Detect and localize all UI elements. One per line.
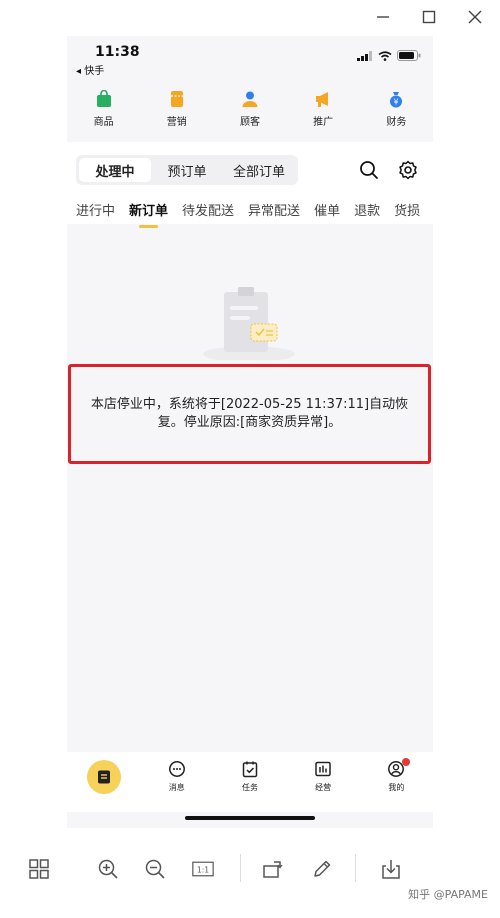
bottom-tab-business[interactable]: 经营 [295,760,351,812]
wifi-icon [378,50,392,61]
rotate-icon [263,861,283,878]
quick-nav-item-products[interactable]: 商品 [74,90,134,136]
home-indicator [185,816,315,820]
quick-nav-item-marketing[interactable]: 营销 [147,90,207,136]
order-toolbar: 处理中 预订单 全部订单 进行中 新订单 待发配送 异常配送 催单 退款 货损 [67,142,433,228]
business-icon [315,761,331,777]
grid-icon [29,859,49,879]
zoom-in-icon [98,859,118,879]
zoom-out-icon [145,859,165,879]
task-icon [242,761,258,778]
tab-refunds[interactable]: 退款 [354,200,380,219]
quick-nav-label: 顾客 [239,117,260,128]
search-button[interactable] [358,159,380,181]
actual-size-label: 1:1 [197,865,209,874]
zoom-out-button[interactable] [142,856,168,882]
window-controls [372,6,486,28]
order-scope-segmented-control: 处理中 预订单 全部订单 [76,155,298,185]
bottom-tab-profile[interactable]: 我的 [368,758,424,812]
megaphone-icon [316,92,329,107]
gear-icon [399,160,417,180]
bottom-tab-label: 消息 [168,783,185,792]
order-book-icon [97,770,110,784]
minimize-icon[interactable] [372,6,394,28]
actual-size-button[interactable]: 1:1 [190,856,216,882]
toolbar-divider [355,854,356,882]
empty-clipboard-illustration [203,287,295,360]
status-icons [357,50,421,61]
money-bag-icon: ¥ [390,92,403,108]
thumbnail-grid-button[interactable] [26,856,52,882]
bottom-tab-orders[interactable] [76,760,132,812]
tab-pending-delivery[interactable]: 待发配送 [182,200,234,219]
tab-delivery-exception[interactable]: 异常配送 [248,200,300,219]
image-viewer-window: 11:38 ◂ 快手 商品 营销 顾客 推广 ¥ 财务 处理中 预订单 全部订单… [0,0,500,918]
store-closed-message: 本店停业中，系统将于[2022-05-25 11:37:11]自动恢复。停业原因… [90,397,409,430]
back-to-app-link[interactable]: ◂ 快手 [76,62,104,77]
download-icon [382,860,400,879]
quick-nav: 商品 营销 顾客 推广 ¥ 财务 [67,90,433,136]
bottom-tab-bar: 消息 任务 经营 我的 [67,752,433,812]
order-status-tabs: 进行中 新订单 待发配送 异常配送 催单 退款 货损 [76,200,433,228]
bag-icon [96,90,111,107]
toolbar-divider [240,854,241,882]
quick-nav-label: 商品 [93,117,114,128]
quick-nav-label: 营销 [166,117,187,128]
tab-new-orders[interactable]: 新订单 [129,200,168,228]
quick-nav-label: 财务 [386,117,407,128]
bottom-tab-label: 任务 [241,783,258,792]
viewer-toolbar: 1:1 [0,848,500,888]
close-icon[interactable] [464,6,486,28]
ticket-icon [170,91,183,107]
actual-size-icon: 1:1 [192,861,214,877]
zoom-in-button[interactable] [95,856,121,882]
segment-preorder[interactable]: 预订单 [151,158,223,182]
settings-button[interactable] [397,159,419,181]
signal-icon [357,50,372,61]
status-time: 11:38 [95,44,140,60]
battery-icon [397,50,421,61]
store-closed-notice: 本店停业中，系统将于[2022-05-25 11:37:11]自动恢复。停业原因… [68,364,431,464]
tab-reminders[interactable]: 催单 [314,200,340,219]
notification-badge [402,758,411,766]
message-icon [168,761,185,777]
quick-nav-item-promotion[interactable]: 推广 [293,90,353,136]
segment-processing[interactable]: 处理中 [79,158,151,182]
svg-text:¥: ¥ [394,98,399,107]
tab-damaged-goods[interactable]: 货损 [394,200,420,219]
edit-button[interactable] [309,856,335,882]
bottom-tab-label: 经营 [315,783,332,792]
download-button[interactable] [378,856,404,882]
source-watermark: 知乎 @PAPAME [408,888,488,901]
phone-screenshot: 11:38 ◂ 快手 商品 营销 顾客 推广 ¥ 财务 处理中 预订单 全部订单… [67,36,433,828]
maximize-icon[interactable] [418,6,440,28]
bottom-tab-messages[interactable]: 消息 [149,760,205,812]
rotate-button[interactable] [260,856,286,882]
tab-in-progress[interactable]: 进行中 [76,200,115,219]
pencil-icon [314,860,331,877]
segment-all-orders[interactable]: 全部订单 [223,158,295,182]
quick-nav-item-finance[interactable]: ¥ 财务 [366,90,426,136]
bottom-tab-tasks[interactable]: 任务 [222,760,278,812]
search-icon [360,161,378,179]
bottom-tab-label: 我的 [388,783,405,792]
quick-nav-item-customers[interactable]: 顾客 [220,90,280,136]
quick-nav-label: 推广 [313,117,334,128]
customer-icon [242,91,258,107]
status-bar: 11:38 ◂ 快手 [67,36,433,78]
